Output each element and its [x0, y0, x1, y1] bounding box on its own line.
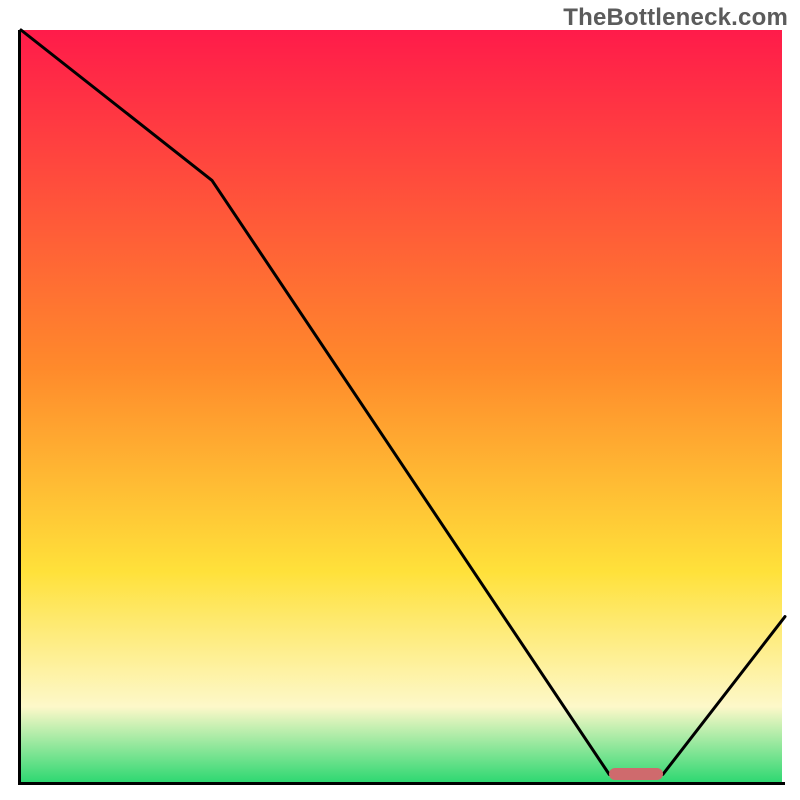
gradient-fill: [18, 30, 782, 782]
optimal-range-marker: [609, 768, 662, 780]
plot-area: [18, 30, 782, 782]
watermark-text: TheBottleneck.com: [563, 4, 788, 32]
x-axis: [18, 782, 785, 785]
bottleneck-chart: TheBottleneck.com: [0, 0, 800, 800]
y-axis: [18, 30, 21, 785]
